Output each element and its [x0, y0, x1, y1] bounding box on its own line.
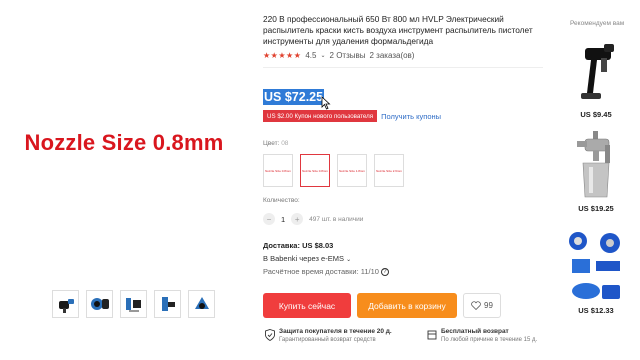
free-return-title: Бесплатный возврат — [441, 328, 509, 335]
quantity-value[interactable]: 1 — [281, 215, 285, 224]
rating-value: 4.5 — [305, 51, 317, 60]
thumbnail[interactable] — [52, 290, 79, 318]
quantity-decrease-button[interactable]: − — [263, 213, 275, 225]
coupon-badge: US $2.00 Купон нового пользователя — [263, 110, 378, 122]
thumbnail[interactable] — [188, 290, 215, 318]
recommendations: Рекомендуем вам US $9.45 US $19.25 US $1… — [560, 0, 640, 360]
guarantees: Защита покупателя в течение 20 д. Гарант… — [265, 328, 577, 343]
free-return: Бесплатный возврат По любой причине в те… — [427, 328, 577, 343]
quantity-stepper: − 1 + 497 шт. в наличии — [263, 213, 363, 225]
reviews-link[interactable]: 2 Отзывы — [330, 51, 366, 60]
thumbnail[interactable] — [86, 290, 113, 318]
chevron-down-icon[interactable]: ⌄ — [320, 52, 325, 59]
spray-gun-assembly-thumb-icon — [125, 298, 141, 312]
spray-gun-body-thumb-icon — [194, 297, 209, 309]
nozzle-size-caption: Nozzle Size 0.8mm — [24, 129, 224, 155]
star-rating-icon: ★★★★★ — [263, 51, 302, 60]
spray-gun-icon — [581, 44, 614, 99]
return-box-icon — [427, 330, 437, 340]
price-block: US $72.25 — [263, 88, 331, 110]
orders-count: 2 заказа(ов) — [369, 51, 415, 60]
mouse-cursor-icon — [321, 96, 331, 110]
coupon-row: US $2.00 Купон нового пользователя Получ… — [263, 110, 441, 122]
delivery-method[interactable]: В Babenki через e-EMS ⌄ — [263, 254, 389, 263]
divider — [263, 67, 543, 68]
delivery-time: Расчётное время доставки: 11/10 — [263, 267, 379, 276]
product-title: 220 В профессиональный 650 Вт 800 мл HVL… — [263, 14, 533, 46]
product-page: Nozzle Size 0.8mm 220 В профессиональный… — [0, 0, 640, 360]
buyer-protection-sub: Гарантированный возврат средств — [279, 337, 376, 343]
recommendations-title: Рекомендуем вам — [570, 20, 625, 27]
delivery-cost: US $8.03 — [302, 241, 334, 250]
quantity-increase-button[interactable]: + — [291, 213, 304, 225]
stock-count: 497 шт. в наличии — [309, 215, 364, 223]
delivery-time-row: Расчётное время доставки: 11/10 ? — [263, 267, 389, 276]
wishlist-count: 99 — [484, 301, 493, 310]
spray-gun-parts-thumb-icon — [90, 298, 109, 310]
turbo-parts-icon — [569, 232, 620, 299]
swatch-option-selected[interactable]: Nozzle Size 0.8mm — [300, 154, 330, 187]
rec-item[interactable]: US $19.25 — [566, 131, 626, 213]
thumbnail-strip — [52, 290, 215, 318]
chevron-down-icon: ⌄ — [346, 257, 352, 263]
swatch-option[interactable]: Nozzle Size 1.8mm — [337, 154, 367, 187]
buyer-protection-title: Защита покупателя в течение 20 д. — [279, 328, 392, 335]
get-coupons-link[interactable]: Получить купоны — [381, 112, 441, 121]
product-price: US $72.25 — [263, 89, 325, 105]
thumbnail[interactable] — [154, 290, 181, 318]
spray-gun-thumb-icon — [58, 299, 74, 313]
delivery-method-text: В Babenki через e-EMS — [263, 254, 344, 263]
color-swatches: Nozzle Size 0.8mm Nozzle Size 0.8mm Nozz… — [263, 154, 404, 187]
rec-image — [566, 131, 626, 202]
action-buttons: Купить сейчас Добавить в корзину 99 — [263, 293, 501, 318]
color-value: 08 — [281, 140, 289, 147]
product-info: 220 В профессиональный 650 Вт 800 мл HVL… — [263, 14, 548, 68]
quantity-label: Количество: — [263, 197, 300, 204]
spray-gun-side-thumb-icon — [161, 297, 175, 311]
color-label: Цвет: 08 — [263, 140, 288, 147]
delivery-cost-row: Доставка: US $8.03 — [263, 241, 389, 250]
shield-check-icon — [265, 329, 275, 341]
buyer-protection: Защита покупателя в течение 20 д. Гарант… — [265, 328, 415, 343]
swatch-option[interactable]: Nozzle Size 0.8mm — [263, 154, 293, 187]
free-return-sub: По любой причине в течение 15 д. — [441, 337, 538, 343]
rec-item[interactable]: US $12.33 — [566, 232, 626, 315]
help-icon[interactable]: ? — [380, 267, 389, 276]
thumbnail[interactable] — [120, 290, 147, 318]
rec-image — [566, 38, 626, 108]
add-to-cart-button[interactable]: Добавить в корзину — [357, 293, 457, 318]
wishlist-button[interactable]: 99 — [463, 293, 501, 318]
spray-gun-icon — [577, 131, 610, 198]
product-gallery: Nozzle Size 0.8mm — [0, 0, 248, 360]
buy-now-button[interactable]: Купить сейчас — [263, 293, 351, 318]
color-label-text: Цвет: — [263, 140, 280, 147]
main-product-image[interactable]: Nozzle Size 0.8mm — [0, 0, 248, 285]
rec-image — [566, 232, 626, 304]
delivery-label: Доставка: — [263, 241, 300, 250]
rec-price: US $9.45 — [580, 110, 612, 119]
rec-item[interactable]: US $9.45 — [566, 38, 626, 119]
heart-icon — [471, 301, 481, 310]
rating-row: ★★★★★ 4.5 ⌄ 2 Отзывы 2 заказа(ов) — [263, 51, 548, 60]
delivery-block: Доставка: US $8.03 В Babenki через e-EMS… — [263, 241, 389, 276]
swatch-option[interactable]: Nozzle Size 2.6mm — [374, 154, 404, 187]
